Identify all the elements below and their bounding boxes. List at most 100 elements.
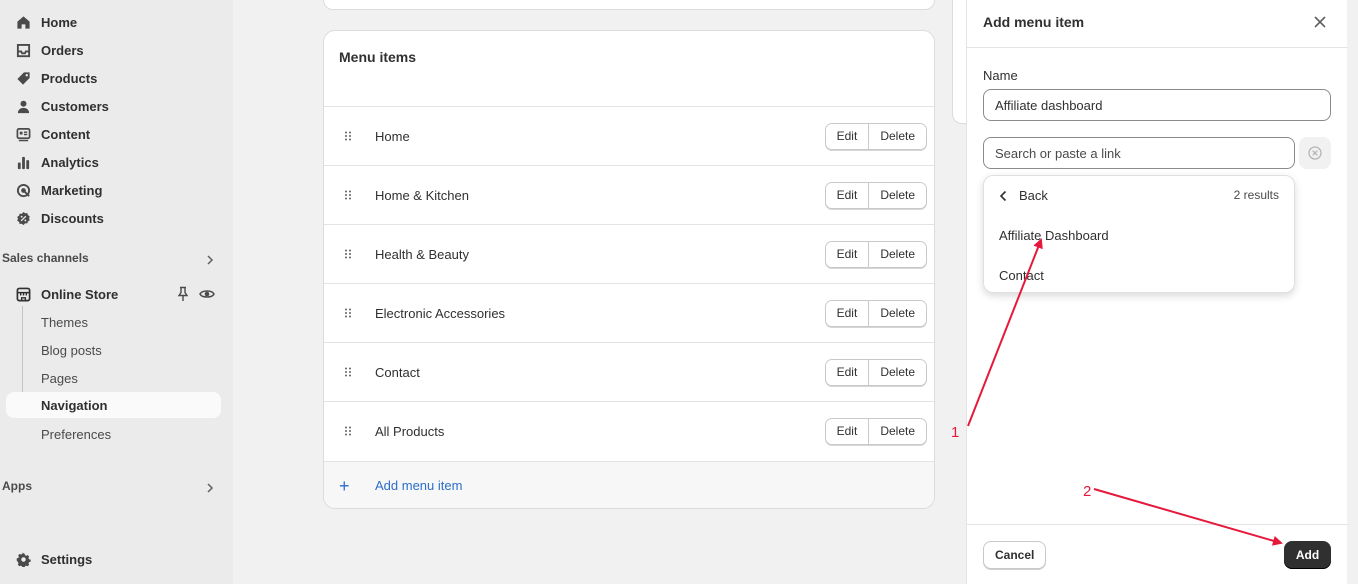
row-actions: Edit Delete (824, 122, 927, 150)
nav-item-online-store[interactable]: Online Store (6, 282, 221, 306)
back-label: Back (1019, 188, 1048, 203)
cancel-button[interactable]: Cancel (983, 541, 1047, 569)
add-menu-item-panel: Add menu item Name Back 2 results Affili… (966, 0, 1348, 584)
row-actions: Edit Delete (824, 240, 927, 268)
menu-row: Health & Beauty Edit Delete (324, 224, 934, 283)
sales-channels-heading: Sales channels (2, 251, 89, 265)
drag-handle-icon[interactable] (344, 249, 352, 259)
sub-item-navigation[interactable]: Navigation (6, 392, 221, 418)
nav-item-label: Home (41, 14, 78, 30)
nav-item-settings[interactable]: Settings (6, 547, 221, 571)
close-icon[interactable] (1313, 15, 1327, 29)
row-actions: Edit Delete (824, 417, 927, 445)
home-icon (15, 14, 31, 30)
menu-row: Home & Kitchen Edit Delete (324, 165, 934, 224)
nav-item-label: Discounts (41, 210, 104, 226)
eye-icon[interactable] (199, 287, 215, 301)
link-results-dropdown: Back 2 results Affiliate Dashboard Conta… (983, 175, 1295, 293)
pin-icon[interactable] (176, 286, 190, 302)
apps-heading: Apps (2, 479, 32, 493)
link-search-input[interactable] (983, 137, 1295, 169)
edit-button[interactable]: Edit (825, 241, 869, 267)
drag-handle-icon[interactable] (344, 426, 352, 436)
drag-handle-icon[interactable] (344, 190, 352, 200)
nav-item-analytics[interactable]: Analytics (6, 150, 221, 174)
menu-row: Electronic Accessories Edit Delete (324, 283, 934, 342)
divider (967, 524, 1348, 525)
delete-button[interactable]: Delete (868, 241, 926, 267)
chevron-right-icon[interactable] (205, 255, 215, 265)
menu-row: Home Edit Delete (324, 106, 934, 165)
result-option-affiliate-dashboard[interactable]: Affiliate Dashboard (999, 228, 1109, 243)
panel-title: Add menu item (983, 14, 1085, 30)
menu-item-label: Contact (375, 364, 420, 380)
tag-icon (15, 70, 31, 86)
delete-button[interactable]: Delete (868, 300, 926, 326)
nav-item-label: Customers (41, 98, 109, 114)
nav-item-home[interactable]: Home (6, 10, 221, 34)
name-field[interactable] (983, 89, 1331, 121)
divider (967, 47, 1348, 48)
inbox-icon (15, 42, 31, 58)
add-menu-item-row[interactable]: + Add menu item (324, 461, 934, 508)
bar-chart-icon (15, 154, 31, 170)
store-icon (15, 286, 31, 302)
annotation-label-1: 1 (951, 424, 960, 441)
content-icon (15, 126, 31, 142)
delete-button[interactable]: Delete (868, 418, 926, 444)
drag-handle-icon[interactable] (344, 131, 352, 141)
delete-button[interactable]: Delete (868, 123, 926, 149)
chevron-right-icon[interactable] (205, 483, 215, 493)
sidebar: Home Orders Products Customers Content A… (0, 0, 233, 584)
plus-icon: + (339, 475, 350, 496)
sub-item-pages[interactable]: Pages (6, 365, 221, 391)
edit-button[interactable]: Edit (825, 123, 869, 149)
discount-icon (15, 210, 31, 226)
nav-item-label: Marketing (41, 182, 103, 198)
delete-button[interactable]: Delete (868, 359, 926, 385)
gear-icon (15, 551, 31, 567)
nav-item-customers[interactable]: Customers (6, 94, 221, 118)
sub-item-themes[interactable]: Themes (6, 309, 221, 335)
nav-item-discounts[interactable]: Discounts (6, 206, 221, 230)
menu-item-label: Home & Kitchen (375, 187, 469, 203)
delete-button[interactable]: Delete (868, 182, 926, 208)
edit-button[interactable]: Edit (825, 300, 869, 326)
add-menu-item-link[interactable]: Add menu item (375, 478, 462, 493)
results-count: 2 results (1233, 188, 1279, 202)
sub-item-preferences[interactable]: Preferences (6, 421, 221, 447)
annotation-label-2: 2 (1083, 483, 1092, 500)
menu-item-label: Home (375, 128, 410, 144)
menu-item-label: Electronic Accessories (375, 305, 506, 321)
nav-item-content[interactable]: Content (6, 122, 221, 146)
result-option-contact[interactable]: Contact (999, 268, 1044, 283)
row-actions: Edit Delete (824, 181, 927, 209)
back-option[interactable]: Back (999, 188, 1048, 203)
card-title: Menu items (339, 49, 417, 65)
edit-button[interactable]: Edit (825, 182, 869, 208)
chevron-left-icon (999, 190, 1007, 201)
nav-item-label: Settings (41, 551, 93, 567)
person-icon (15, 98, 31, 114)
edit-button[interactable]: Edit (825, 418, 869, 444)
nav-item-label: Content (41, 126, 91, 142)
nav-item-label: Products (41, 70, 98, 86)
menu-row: Contact Edit Delete (324, 342, 934, 401)
nav-item-marketing[interactable]: Marketing (6, 178, 221, 202)
drag-handle-icon[interactable] (344, 367, 352, 377)
nav-item-label: Online Store (41, 286, 119, 302)
clear-link-button[interactable] (1299, 137, 1331, 169)
row-actions: Edit Delete (824, 358, 927, 386)
sub-item-blog-posts[interactable]: Blog posts (6, 337, 221, 363)
drag-handle-icon[interactable] (344, 308, 352, 318)
nav-item-products[interactable]: Products (6, 66, 221, 90)
menu-items-card: Menu items Home Edit Delete Home & Kitch… (323, 30, 935, 509)
nav-item-label: Orders (41, 42, 84, 58)
edit-button[interactable]: Edit (825, 359, 869, 385)
add-button[interactable]: Add (1284, 541, 1331, 569)
nav-item-label: Analytics (41, 154, 99, 170)
row-actions: Edit Delete (824, 299, 927, 327)
nav-item-orders[interactable]: Orders (6, 38, 221, 62)
menu-item-label: Health & Beauty (375, 246, 469, 262)
clear-circle-icon (1308, 146, 1322, 160)
